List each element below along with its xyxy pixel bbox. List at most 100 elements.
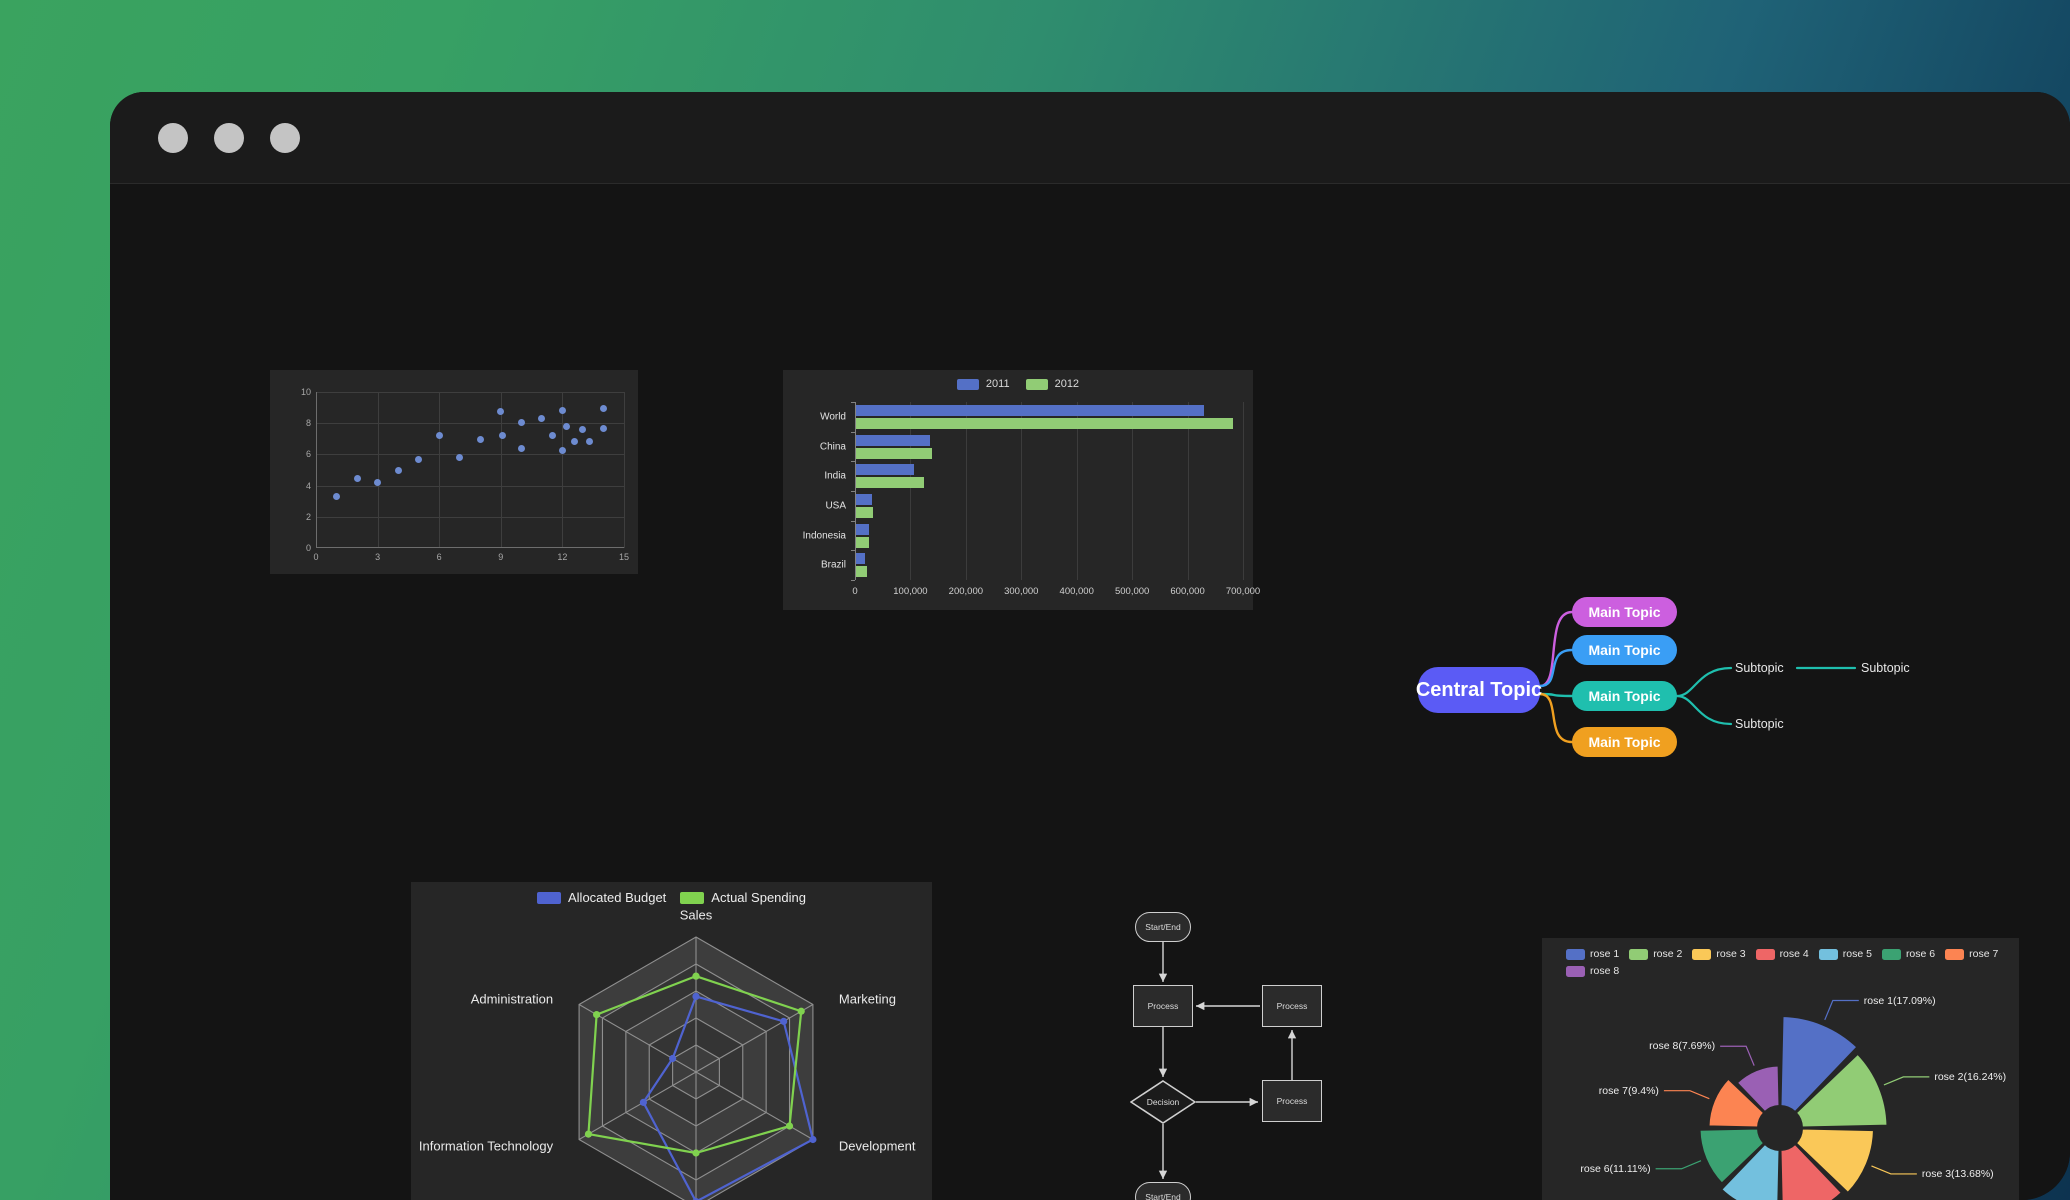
close-dot[interactable]	[158, 122, 188, 153]
scatter-point[interactable]	[558, 446, 566, 454]
bar-axis-tick	[851, 491, 855, 492]
scatter-chart[interactable]: 0 3 6 9 12 15 0 2 4 6 8 10	[270, 370, 638, 574]
scatter-point[interactable]	[517, 445, 525, 453]
scatter-point[interactable]	[563, 422, 570, 430]
radar-axis-label: Development	[838, 1138, 916, 1153]
mindmap-subtopic-3[interactable]: Subtopic	[1861, 661, 1910, 675]
bar-segment[interactable]	[856, 447, 933, 459]
bar-segment[interactable]	[856, 566, 867, 578]
scatter-x-axis	[316, 547, 624, 548]
radar-chart[interactable]: Allocated Budget Actual Spending Sales Mar…	[411, 882, 932, 1200]
legend-item-2012[interactable]: 2012	[1025, 378, 1079, 390]
desktop-background: 0 3 6 9 12 15 0 2 4 6 8 10 2011 2012 0 100,000 200,000…	[0, 0, 2070, 1200]
scatter-point[interactable]	[456, 453, 464, 461]
window-titlebar	[110, 92, 2070, 184]
bar-segment[interactable]	[856, 404, 1205, 416]
bar-category-label: China	[819, 441, 846, 452]
flow-node-p2[interactable]: Process	[1262, 985, 1322, 1027]
bar-category-label: USA	[825, 500, 846, 512]
bar-x-tick-label: 300,000	[1004, 586, 1039, 597]
bar-segment[interactable]	[856, 536, 869, 548]
radar-axis-label: Sales	[679, 907, 713, 923]
bar-segment[interactable]	[856, 506, 874, 518]
scatter-gridline-v	[439, 392, 441, 548]
mindmap-main-topic-2[interactable]: Main Topic	[1572, 635, 1677, 665]
flow-node-start[interactable]: Start/End	[1135, 912, 1191, 942]
mindmap-subtopic-1[interactable]: Subtopic	[1735, 661, 1784, 675]
legend-item-2011[interactable]: 2011	[956, 378, 1010, 390]
dashboard-canvas: 0 3 6 9 12 15 0 2 4 6 8 10 2011 2012 0 100,000 200,000…	[110, 185, 2070, 1200]
bar-x-tick-label: 100,000	[893, 586, 928, 597]
flow-node-decision[interactable]: Decision	[1130, 1080, 1196, 1124]
scatter-point[interactable]	[394, 466, 402, 474]
flow-node-label: Decision	[1146, 1097, 1180, 1107]
scatter-x-tick-label: 9	[498, 552, 504, 562]
rose-slice-label: rose 8(7.69%)	[1649, 1040, 1716, 1053]
mindmap-central-node[interactable]: Central Topic	[1416, 667, 1542, 713]
bar-segment[interactable]	[856, 477, 924, 489]
scatter-point[interactable]	[599, 404, 607, 412]
bar-gridline	[1243, 402, 1244, 580]
scatter-point[interactable]	[599, 425, 607, 433]
flowchart-connectors	[1158, 942, 1297, 1179]
scatter-point[interactable]	[538, 415, 546, 423]
bar-segment[interactable]	[856, 493, 873, 505]
scatter-gridline-v	[562, 392, 564, 548]
minimize-dot[interactable]	[214, 122, 244, 153]
bar-segment[interactable]	[856, 434, 930, 446]
scatter-point[interactable]	[353, 474, 361, 482]
scatter-point[interactable]	[558, 406, 566, 414]
scatter-point[interactable]	[571, 437, 579, 445]
scatter-y-tick-label: 2	[305, 511, 311, 522]
bar-axis-tick	[851, 550, 855, 552]
legend-swatch	[956, 378, 979, 390]
scatter-gridline-h	[316, 392, 624, 393]
flowchart-diagram[interactable]: Start/End Process Process Decision Process St…	[1110, 897, 1350, 1200]
bar-category-label: Indonesia	[802, 530, 846, 541]
scatter-point[interactable]	[476, 436, 484, 444]
bar-axis-tick	[851, 580, 855, 581]
scatter-point[interactable]	[435, 431, 443, 439]
rose-slice-label: rose 3(13.68%)	[1921, 1167, 1994, 1180]
bar-segment[interactable]	[856, 553, 866, 565]
bar-segment[interactable]	[856, 523, 869, 535]
scatter-gridline-h	[316, 423, 624, 425]
rose-slice-label: rose 6(11.11%)	[1580, 1162, 1651, 1175]
mindmap-diagram[interactable]: Central Topic Main Topic Main Topic Main To…	[1400, 575, 2040, 805]
bar-category-label: India	[824, 470, 846, 482]
scatter-point[interactable]	[499, 432, 507, 440]
bar-x-tick-label: 0	[852, 586, 858, 597]
rose-chart[interactable]: rose 1 rose 2 rose 3 rose 4 rose 5 rose 6 rose…	[1542, 938, 2019, 1200]
bar-x-tick-label: 400,000	[1059, 586, 1094, 597]
scatter-gridline-h	[316, 516, 624, 518]
bar-chart[interactable]: 2011 2012 0 100,000 200,000 300,000 400,000 50…	[783, 370, 1260, 610]
bar-category-label: World	[820, 411, 846, 423]
scatter-point[interactable]	[374, 478, 382, 486]
mindmap-main-topic-3[interactable]: Main Topic	[1572, 681, 1677, 711]
mindmap-main-topic-1[interactable]: Main Topic	[1572, 597, 1677, 627]
radar-axis-label: Marketing	[838, 991, 896, 1006]
scatter-point[interactable]	[585, 438, 593, 446]
bar-x-tick-label: 500,000	[1114, 586, 1150, 597]
bar-segment[interactable]	[856, 464, 914, 476]
maximize-dot[interactable]	[270, 122, 300, 153]
scatter-point[interactable]	[333, 492, 341, 500]
scatter-point[interactable]	[497, 407, 505, 415]
scatter-point[interactable]	[548, 432, 556, 440]
mindmap-main-topic-4[interactable]: Main Topic	[1572, 727, 1677, 757]
bar-x-tick-label: 700,000	[1225, 586, 1261, 597]
legend-label: 2011	[985, 378, 1010, 390]
scatter-gridline-v	[377, 392, 379, 548]
flow-node-end[interactable]: Start/End	[1135, 1182, 1191, 1200]
scatter-point[interactable]	[415, 455, 423, 463]
flow-node-p3[interactable]: Process	[1262, 1080, 1322, 1122]
scatter-y-tick-label: 10	[300, 387, 311, 397]
bar-segment[interactable]	[856, 417, 1233, 429]
scatter-point[interactable]	[579, 426, 587, 434]
flow-node-p1[interactable]: Process	[1133, 985, 1193, 1027]
scatter-x-tick-label: 3	[375, 552, 381, 562]
scatter-point[interactable]	[517, 418, 525, 426]
mindmap-subtopic-2[interactable]: Subtopic	[1735, 717, 1784, 731]
bar-chart-legend[interactable]: 2011 2012	[783, 378, 1253, 390]
bar-x-tick-label: 200,000	[948, 586, 984, 597]
